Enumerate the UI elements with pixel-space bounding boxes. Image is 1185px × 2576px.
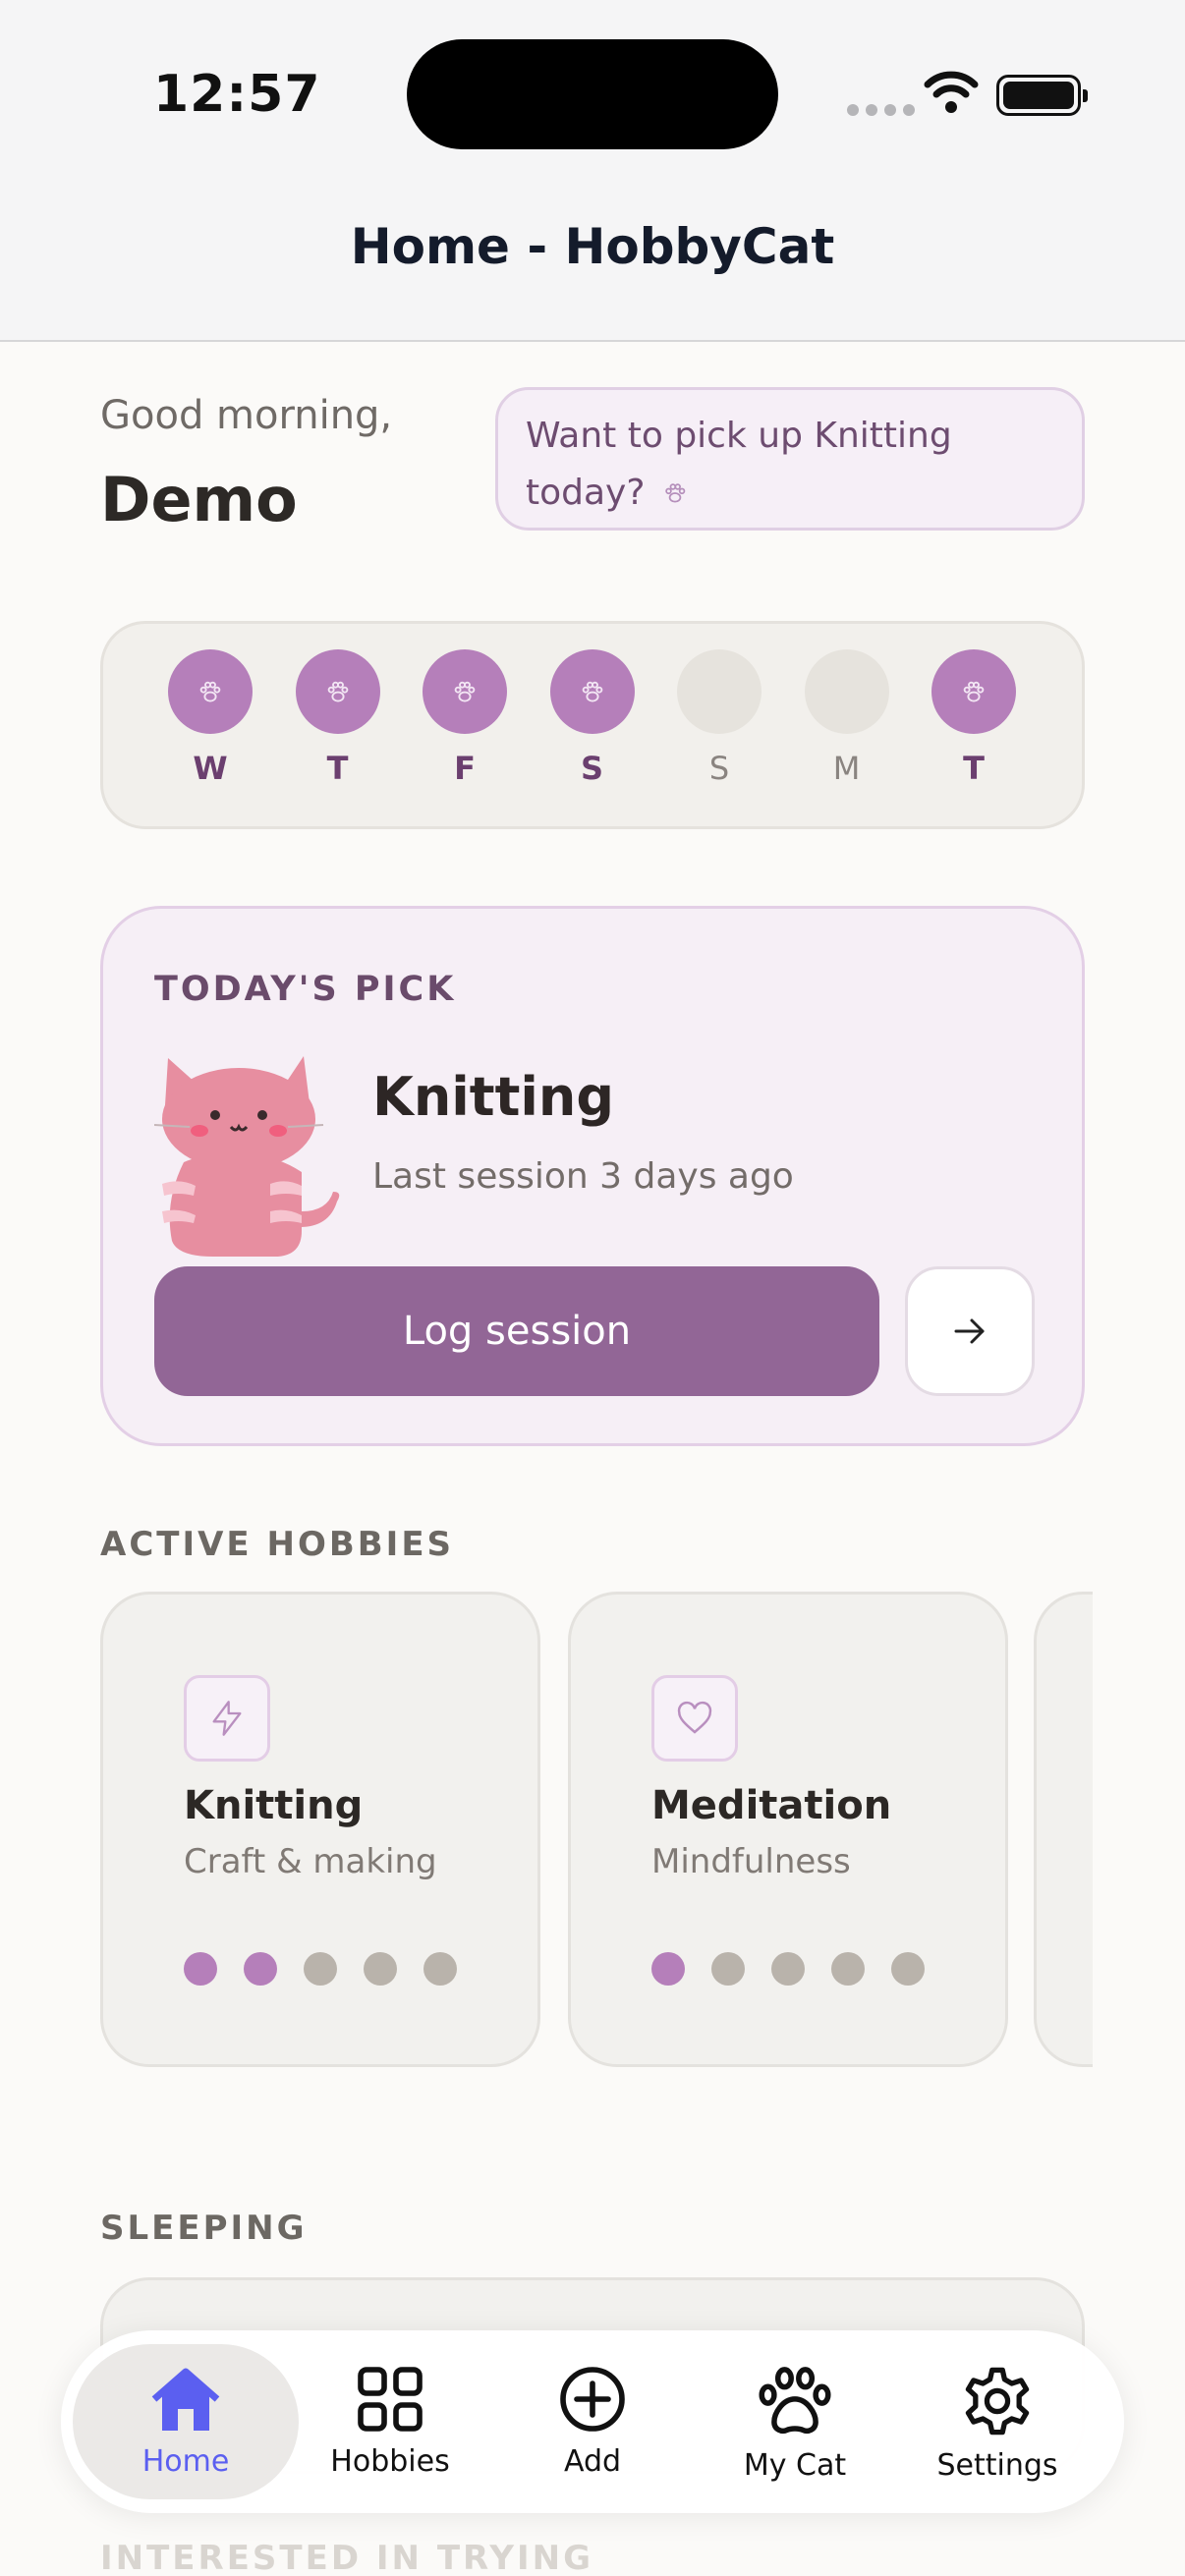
paw-icon — [423, 649, 507, 734]
progress-dot — [831, 1952, 865, 1986]
grid-icon — [277, 2364, 503, 2435]
weekday-label: M — [832, 750, 861, 787]
progress-dot — [364, 1952, 397, 1986]
log-session-button[interactable]: Log session — [154, 1266, 879, 1396]
weekday-label: F — [454, 750, 476, 787]
cat-mascot-icon — [154, 1056, 340, 1257]
arrow-right-icon — [954, 1318, 985, 1344]
active-hobbies-heading: ACTIVE HOBBIES — [100, 1525, 455, 1564]
page-title: Home - HobbyCat — [350, 218, 835, 275]
hobby-category: Mindfulness — [651, 1842, 851, 1881]
todays-pick-card: TODAY'S PICK Knitting Last session 3 day… — [100, 906, 1085, 1446]
cat-speech-bubble[interactable]: Want to pick up Knitting today? — [495, 387, 1085, 531]
weekday-2: F — [423, 649, 507, 787]
tab-settings[interactable]: Settings — [884, 2344, 1110, 2499]
weekday-5: M — [804, 649, 889, 787]
empty-day-dot — [677, 649, 762, 734]
weekday-1: T — [295, 649, 380, 787]
wifi-icon — [924, 71, 979, 113]
tab-label: My Cat — [743, 2448, 847, 2483]
progress-dot — [304, 1952, 337, 1986]
pick-last-session: Last session 3 days ago — [372, 1156, 794, 1197]
hobby-category: Craft & making — [184, 1842, 437, 1881]
weekday-label: T — [326, 750, 349, 787]
home-icon — [73, 2364, 299, 2435]
progress-dot — [184, 1952, 217, 1986]
tab-label: Hobbies — [330, 2444, 450, 2479]
battery-icon — [996, 75, 1088, 116]
hobby-card[interactable]: Meditation Mindfulness — [568, 1592, 1008, 2067]
progress-dot — [891, 1952, 925, 1986]
tab-home[interactable]: Home — [73, 2344, 299, 2499]
interested-heading: INTERESTED IN TRYING — [100, 2539, 593, 2576]
sleeping-heading: SLEEPING — [100, 2209, 308, 2248]
empty-day-dot — [804, 649, 889, 734]
bolt-icon — [184, 1675, 270, 1762]
plus-circle-icon — [480, 2364, 705, 2435]
gear-icon — [884, 2364, 1110, 2438]
tab-bar: Home Hobbies Add My Cat Settings — [61, 2330, 1124, 2513]
weekday-6: T — [931, 649, 1016, 787]
status-time: 12:57 — [153, 65, 321, 124]
open-pick-button[interactable] — [905, 1266, 1035, 1396]
paw-icon — [549, 649, 635, 734]
hobby-card[interactable]: Knitting Craft & making — [100, 1592, 540, 2067]
paw-icon — [295, 649, 380, 734]
tab-hobbies[interactable]: Hobbies — [277, 2344, 503, 2499]
pick-tag: TODAY'S PICK — [154, 970, 457, 1009]
paw-icon — [682, 2364, 908, 2438]
weekly-streak: WTFSSMT — [100, 621, 1085, 829]
weekday-label: W — [193, 750, 228, 787]
greeting-subtitle: Good morning, — [100, 393, 393, 438]
weekday-3: S — [549, 649, 635, 787]
paw-icon — [168, 649, 253, 734]
pick-hobby-title: Knitting — [372, 1066, 615, 1128]
hobby-name: Knitting — [184, 1783, 364, 1828]
progress-dot — [244, 1952, 277, 1986]
hobby-name: Meditation — [651, 1783, 892, 1828]
progress-dot — [711, 1952, 745, 1986]
weekday-0: W — [168, 649, 253, 787]
heart-icon — [651, 1675, 738, 1762]
weekday-4: S — [677, 649, 762, 787]
bubble-text: Want to pick up Knitting today? — [526, 416, 952, 513]
hobby-progress — [184, 1952, 457, 1986]
paw-icon — [665, 483, 686, 503]
weekday-label: T — [963, 750, 985, 787]
progress-dot — [651, 1952, 685, 1986]
hobby-progress — [651, 1952, 925, 1986]
tab-my-cat[interactable]: My Cat — [682, 2344, 908, 2499]
greeting-name: Demo — [100, 464, 298, 535]
weekday-label: S — [580, 750, 604, 787]
cellular-signal-icon — [847, 104, 915, 116]
hobby-card-partial[interactable] — [1034, 1592, 1093, 2067]
dynamic-island — [407, 39, 778, 149]
tab-label: Home — [141, 2444, 230, 2479]
weekday-label: S — [708, 750, 730, 787]
tab-label: Add — [563, 2444, 622, 2479]
paw-icon — [931, 649, 1016, 734]
tab-label: Settings — [936, 2448, 1058, 2483]
navigation-header: 12:57 Home - HobbyCat — [0, 0, 1185, 342]
progress-dot — [423, 1952, 457, 1986]
progress-dot — [771, 1952, 805, 1986]
tab-add[interactable]: Add — [480, 2344, 705, 2499]
